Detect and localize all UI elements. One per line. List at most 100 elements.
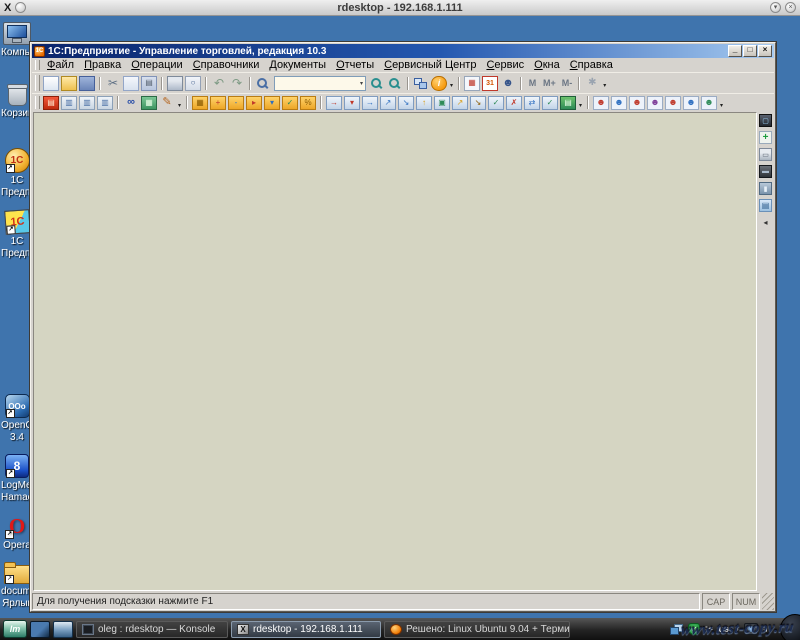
- taskbar-task-firefox[interactable]: Решено: Linux Ubuntu 9.04 + Терминал: [384, 621, 570, 638]
- menu-item[interactable]: Справка: [565, 59, 618, 71]
- new-document-icon[interactable]: [43, 76, 59, 91]
- print-icon[interactable]: [167, 76, 183, 91]
- tray-expander-icon[interactable]: ◂: [763, 625, 767, 634]
- print-report-icon-2[interactable]: ▥: [79, 96, 95, 110]
- cash-register-icon-5[interactable]: ▾: [264, 96, 280, 110]
- cut-icon[interactable]: ✂: [105, 76, 121, 91]
- green-journal-icon[interactable]: ▤: [560, 96, 576, 110]
- service-document-icon[interactable]: ▤: [759, 199, 772, 212]
- cash-register-icon-3[interactable]: -: [228, 96, 244, 110]
- print-report-icon-1[interactable]: ▥: [61, 96, 77, 110]
- journal-caret[interactable]: ▾: [577, 97, 584, 109]
- calculator-icon[interactable]: ▦: [464, 76, 480, 91]
- doc-operation-icon-3[interactable]: →: [362, 96, 378, 110]
- desktop-icon-hamachi[interactable]: 8 ↗ LogMeIn Hamachi: [1, 454, 33, 503]
- info-icon[interactable]: i: [431, 76, 447, 91]
- calendar-icon[interactable]: 31: [482, 76, 498, 91]
- doc-operation-icon-7[interactable]: ▣: [434, 96, 450, 110]
- binoculars-icon[interactable]: ∞: [123, 96, 139, 110]
- counterparty-icon-4[interactable]: ☻: [647, 96, 663, 110]
- save-icon[interactable]: [79, 76, 95, 91]
- find-next-icon[interactable]: [369, 76, 385, 91]
- cash-register-icon-2[interactable]: +: [210, 96, 226, 110]
- menu-item[interactable]: Правка: [79, 59, 126, 71]
- screenshot-tool-icon[interactable]: [744, 623, 758, 635]
- doc-operation-icon-8[interactable]: ↗: [452, 96, 468, 110]
- doc-operation-icon-1[interactable]: →: [326, 96, 342, 110]
- edit-caret[interactable]: ▾: [176, 97, 183, 109]
- windows-panel-icon[interactable]: [413, 76, 429, 91]
- close-button[interactable]: ×: [785, 2, 796, 13]
- paste-icon[interactable]: ▤: [141, 76, 157, 91]
- shield-status-icon[interactable]: ✓: [688, 623, 700, 635]
- copy-icon[interactable]: [123, 76, 139, 91]
- menu-item[interactable]: Операции: [126, 59, 187, 71]
- shade-button[interactable]: ▾: [770, 2, 781, 13]
- taskbar-task-rdesktop[interactable]: X rdesktop - 192.168.1.111: [231, 621, 381, 638]
- service-cash-drawer-icon[interactable]: ▬: [759, 165, 772, 178]
- file-manager-icon[interactable]: [53, 621, 73, 638]
- open-icon[interactable]: [61, 76, 77, 91]
- cash-register-icon-4[interactable]: ▸: [246, 96, 262, 110]
- service-table-add-icon[interactable]: +: [759, 131, 772, 144]
- users-icon[interactable]: ☻: [500, 76, 516, 91]
- host-titlebar[interactable]: X rdesktop - 192.168.1.111 ▾ ×: [0, 0, 800, 16]
- cash-register-icon-6[interactable]: ✓: [282, 96, 298, 110]
- menu-item[interactable]: Файл: [42, 59, 79, 71]
- find-icon[interactable]: [255, 76, 271, 91]
- resize-grip[interactable]: [762, 593, 774, 610]
- print-report-icon-3[interactable]: ▥: [97, 96, 113, 110]
- undo-icon[interactable]: ↶: [211, 76, 227, 91]
- keyboard-layout-indicator[interactable]: us: [718, 624, 729, 634]
- menu-item[interactable]: Документы: [264, 59, 331, 71]
- service-tool-icon[interactable]: ✱: [584, 76, 600, 91]
- doc-operation-icon-9[interactable]: ↘: [470, 96, 486, 110]
- taskbar-task-konsole[interactable]: oleg : rdesktop — Konsole: [76, 621, 228, 638]
- service-print-icon[interactable]: ▭: [759, 148, 772, 161]
- m-minus-button[interactable]: M-: [560, 76, 575, 91]
- doc-operation-icon-12[interactable]: ⇄: [524, 96, 540, 110]
- table-grid-icon[interactable]: ▦: [141, 96, 157, 110]
- minimize-button[interactable]: _: [728, 45, 742, 57]
- maximize-button[interactable]: □: [743, 45, 757, 57]
- service-tool-caret[interactable]: ▾: [601, 77, 608, 89]
- doc-operation-icon-4[interactable]: ↗: [380, 96, 396, 110]
- menu-item[interactable]: Сервис: [481, 59, 529, 71]
- doc-operation-icon-11[interactable]: ✗: [506, 96, 522, 110]
- search-combobox[interactable]: ▾: [274, 76, 366, 91]
- find-settings-icon[interactable]: [387, 76, 403, 91]
- doc-operation-icon-5[interactable]: ↘: [398, 96, 414, 110]
- doc-operation-icon-2[interactable]: ▾: [344, 96, 360, 110]
- window-titlebar[interactable]: 1С 1С:Предприятие - Управление торговлей…: [32, 44, 774, 58]
- counterparty-icon-5[interactable]: ☻: [665, 96, 681, 110]
- menu-item[interactable]: Отчеты: [331, 59, 379, 71]
- show-desktop-icon[interactable]: [30, 621, 50, 638]
- desktop-icon-computer[interactable]: Компьютер: [1, 22, 33, 59]
- counterparty-icon-7[interactable]: ☻: [701, 96, 717, 110]
- print-preview-icon[interactable]: ○: [185, 76, 201, 91]
- doc-operation-icon-6[interactable]: ↑: [416, 96, 432, 110]
- close-window-button[interactable]: ×: [758, 45, 772, 57]
- desktop-icon-openoffice[interactable]: OOo ↗ OpenOffice 3.4: [1, 394, 33, 443]
- menu-item[interactable]: Окна: [529, 59, 565, 71]
- counterparty-icon-2[interactable]: ☻: [611, 96, 627, 110]
- m-plus-button[interactable]: M+: [541, 76, 558, 91]
- volume-icon[interactable]: ♪: [734, 624, 739, 635]
- desktop-icon-opera[interactable]: O ↗ Opera: [1, 514, 33, 552]
- desktop-icon-1c-enterprise-2[interactable]: 1С ↗ 1С Предприятие: [1, 210, 33, 259]
- counterparty-icon-6[interactable]: ☻: [683, 96, 699, 110]
- doc-operation-icon-10[interactable]: ✓: [488, 96, 504, 110]
- counterparty-icon-1[interactable]: ☻: [593, 96, 609, 110]
- network-monitor-icon[interactable]: [670, 624, 683, 635]
- edit-pencil-icon[interactable]: ✎: [159, 96, 175, 110]
- counterparty-caret[interactable]: ▾: [718, 97, 725, 109]
- window-menu-button[interactable]: [15, 2, 26, 13]
- menu-item[interactable]: Справочники: [188, 59, 265, 71]
- clipboard-tool-icon[interactable]: ✂: [705, 624, 713, 635]
- start-menu-button[interactable]: lm: [3, 620, 27, 638]
- menu-item[interactable]: Сервисный Центр: [379, 59, 481, 71]
- cash-register-icon-1[interactable]: ▦: [192, 96, 208, 110]
- cash-register-icon-7[interactable]: %: [300, 96, 316, 110]
- desktop-icon-trash[interactable]: Корзина: [1, 84, 33, 120]
- redo-icon[interactable]: ↷: [229, 76, 245, 91]
